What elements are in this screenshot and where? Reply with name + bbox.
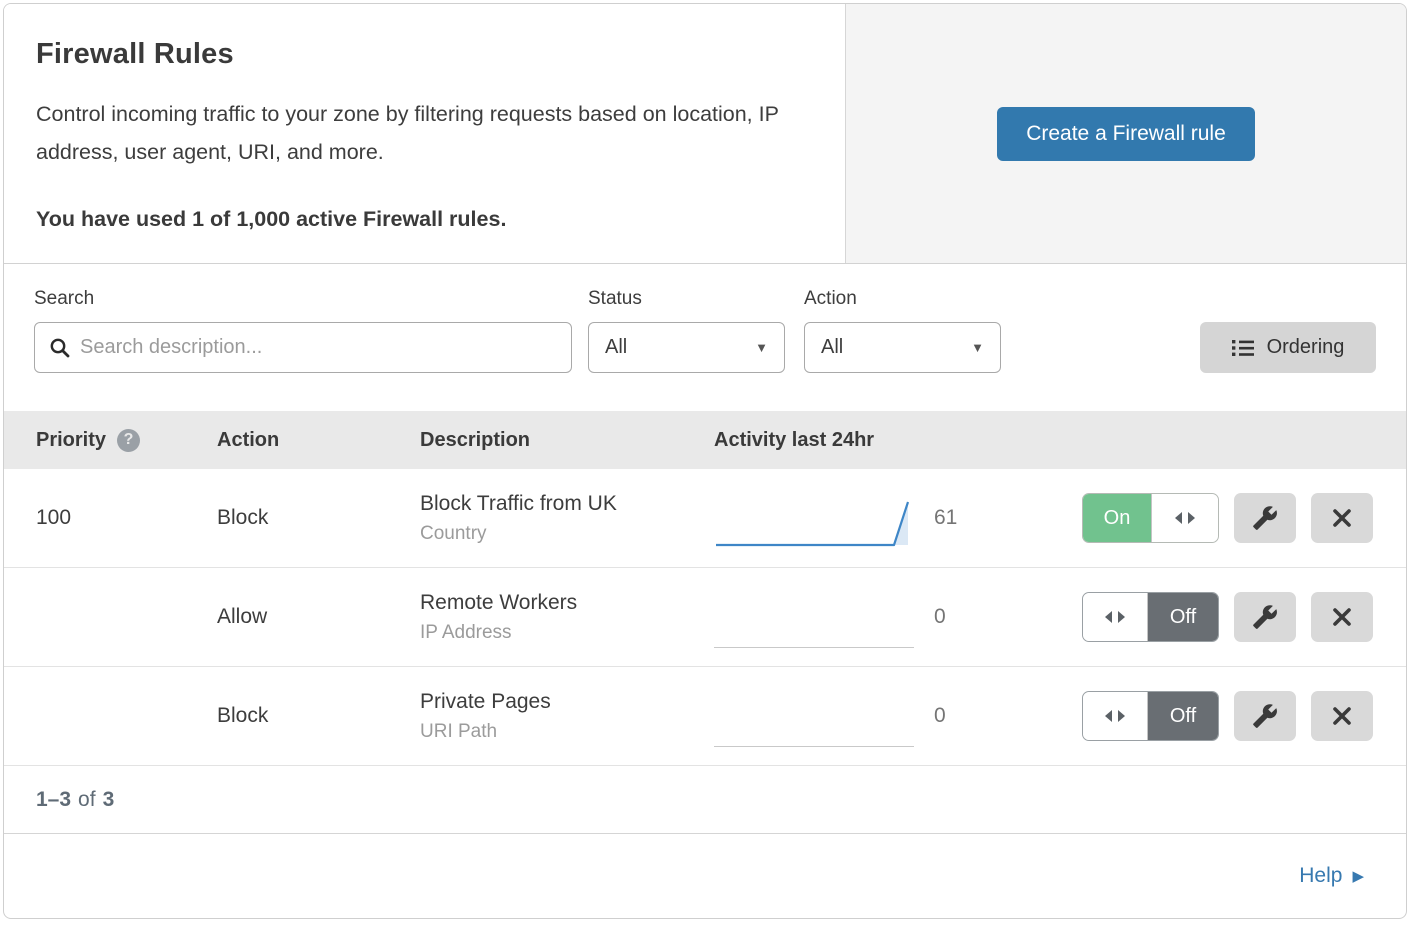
arrow-right-icon: ▶ (1352, 867, 1364, 885)
usage-note: You have used 1 of 1,000 active Firewall… (36, 207, 809, 232)
table-row: Allow Remote Workers IP Address 0 Off (4, 568, 1406, 667)
close-icon (1331, 507, 1353, 529)
help-link[interactable]: Help ▶ (1299, 864, 1364, 888)
action-select[interactable]: All ▼ (804, 322, 1001, 373)
column-header-description: Description (420, 429, 714, 452)
chevron-down-icon: ▼ (971, 340, 984, 355)
table-row: Block Private Pages URI Path 0 Off (4, 667, 1406, 766)
rule-action: Block (217, 704, 420, 728)
filters-bar: Search Status All ▼ Action All (4, 264, 1406, 411)
help-link-label: Help (1299, 864, 1342, 888)
ordered-list-icon (1232, 339, 1254, 357)
toggle-handle-icon[interactable] (1151, 494, 1218, 542)
rule-controls: Off (1024, 592, 1406, 642)
rule-enabled-toggle[interactable]: Off (1082, 592, 1219, 642)
pagination-of: of (78, 788, 96, 812)
configure-rule-button[interactable] (1234, 592, 1296, 642)
header-action-panel: Create a Firewall rule (845, 4, 1406, 263)
column-header-priority: Priority ? (36, 429, 217, 452)
chevron-down-icon: ▼ (755, 340, 768, 355)
rule-match-type: IP Address (420, 622, 714, 644)
close-icon (1331, 606, 1353, 628)
status-label: Status (588, 288, 785, 310)
wrench-icon (1252, 604, 1278, 630)
rule-match-type: Country (420, 523, 714, 545)
search-label: Search (34, 288, 572, 310)
toggle-state-label: Off (1148, 593, 1218, 641)
delete-rule-button[interactable] (1311, 493, 1373, 543)
wrench-icon (1252, 505, 1278, 531)
activity-count: 61 (934, 506, 1024, 530)
search-input[interactable] (80, 336, 557, 359)
rule-enabled-toggle[interactable]: On (1082, 493, 1219, 543)
ordering-button[interactable]: Ordering (1200, 322, 1376, 373)
ordering-button-label: Ordering (1267, 336, 1345, 359)
status-filter-group: Status All ▼ (588, 288, 785, 373)
rule-action: Allow (217, 605, 420, 629)
rule-description: Remote Workers (420, 591, 714, 615)
column-header-activity: Activity last 24hr (714, 429, 934, 452)
action-filter-group: Action All ▼ (804, 288, 1001, 373)
table-row: 100 Block Block Traffic from UK Country … (4, 469, 1406, 568)
search-group: Search (34, 288, 572, 373)
rule-controls: On (1024, 493, 1406, 543)
firewall-rules-card: Firewall Rules Control incoming traffic … (3, 3, 1407, 919)
column-header-action: Action (217, 429, 420, 452)
rule-enabled-toggle[interactable]: Off (1082, 691, 1219, 741)
header-section: Firewall Rules Control incoming traffic … (4, 4, 1406, 264)
pagination-range: 1–3 (36, 788, 71, 812)
table-header-row: Priority ? Action Description Activity l… (4, 411, 1406, 469)
close-icon (1331, 705, 1353, 727)
toggle-state-label: On (1083, 494, 1151, 542)
page-title: Firewall Rules (36, 38, 809, 71)
activity-sparkline (714, 469, 934, 567)
rule-description: Block Traffic from UK (420, 492, 714, 516)
configure-rule-button[interactable] (1234, 493, 1296, 543)
priority-help-icon[interactable]: ? (117, 429, 140, 452)
header-text-block: Firewall Rules Control incoming traffic … (4, 4, 845, 263)
pagination-total: 3 (103, 788, 115, 812)
rule-controls: Off (1024, 691, 1406, 741)
priority-header-label: Priority (36, 429, 106, 452)
create-firewall-rule-button[interactable]: Create a Firewall rule (997, 107, 1255, 161)
wrench-icon (1252, 703, 1278, 729)
rule-description-cell: Block Traffic from UK Country (420, 492, 714, 545)
toggle-handle-icon[interactable] (1083, 593, 1148, 641)
delete-rule-button[interactable] (1311, 592, 1373, 642)
activity-sparkline (714, 568, 934, 666)
rule-action: Block (217, 506, 420, 530)
action-label: Action (804, 288, 1001, 310)
activity-sparkline (714, 667, 934, 765)
configure-rule-button[interactable] (1234, 691, 1296, 741)
search-box (34, 322, 572, 373)
rule-match-type: URI Path (420, 721, 714, 743)
action-selected-value: All (821, 336, 843, 359)
status-selected-value: All (605, 336, 627, 359)
rule-description-cell: Private Pages URI Path (420, 690, 714, 743)
pagination-bar: 1–3 of 3 (4, 766, 1406, 834)
toggle-state-label: Off (1148, 692, 1218, 740)
activity-count: 0 (934, 605, 1024, 629)
rule-priority: 100 (36, 506, 217, 530)
activity-count: 0 (934, 704, 1024, 728)
page-description: Control incoming traffic to your zone by… (36, 95, 806, 171)
rule-description: Private Pages (420, 690, 714, 714)
toggle-handle-icon[interactable] (1083, 692, 1148, 740)
help-bar: Help ▶ (4, 834, 1406, 918)
search-icon (49, 337, 70, 358)
delete-rule-button[interactable] (1311, 691, 1373, 741)
status-select[interactable]: All ▼ (588, 322, 785, 373)
rule-description-cell: Remote Workers IP Address (420, 591, 714, 644)
